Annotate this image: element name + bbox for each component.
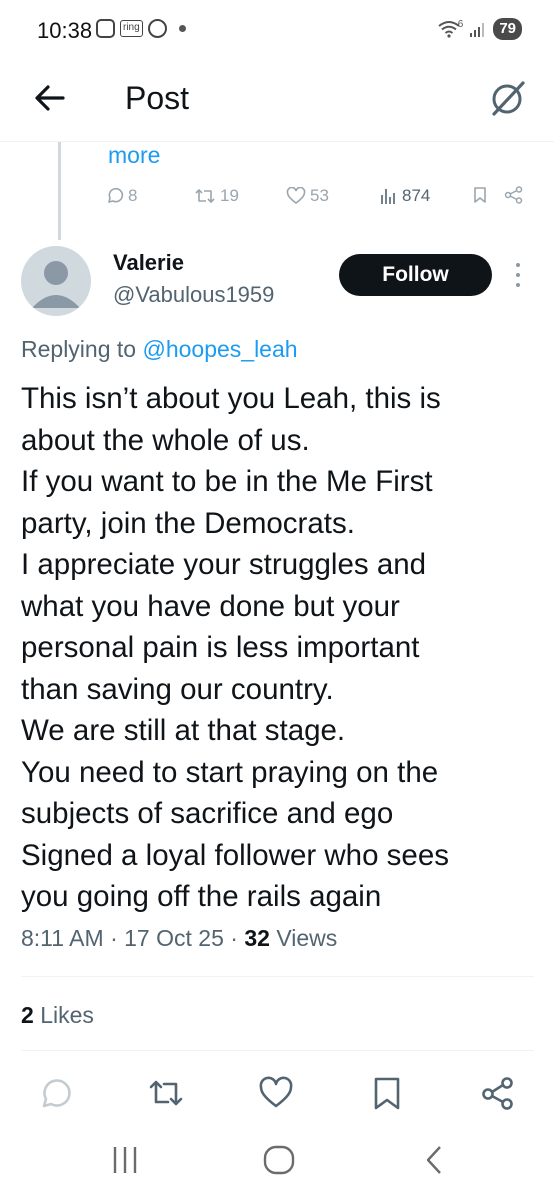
meta-separator: · bbox=[230, 925, 238, 951]
notification-icons: ring bbox=[96, 19, 186, 38]
tweet-text-line: We are still at that stage. bbox=[21, 714, 346, 747]
tweet-text-line: what you have done but your bbox=[21, 589, 400, 623]
repost-count: 19 bbox=[220, 186, 239, 205]
thread-connector-line bbox=[58, 142, 61, 240]
divider bbox=[21, 1050, 534, 1051]
repost-icon bbox=[149, 1080, 183, 1106]
tweet-text-line: I appreciate your struggles and bbox=[21, 548, 427, 581]
reply-action[interactable]: 8 bbox=[106, 186, 137, 206]
likes-summary[interactable]: 2 Likes bbox=[21, 1002, 94, 1029]
system-icons: 6 79 bbox=[438, 18, 522, 40]
page-title: Post bbox=[125, 80, 190, 116]
grok-button[interactable] bbox=[486, 76, 530, 120]
avatar[interactable] bbox=[21, 246, 91, 316]
likes-label: Likes bbox=[40, 1002, 94, 1028]
views-action[interactable]: 874 bbox=[380, 186, 430, 206]
status-bar: 10:38 ring 6 79 bbox=[0, 0, 554, 62]
grok-icon bbox=[492, 81, 525, 116]
system-navigation-bar bbox=[0, 1130, 554, 1200]
more-dot-icon bbox=[516, 273, 520, 277]
back-button[interactable] bbox=[30, 78, 70, 118]
bookmark-icon bbox=[474, 187, 486, 203]
share-action[interactable] bbox=[504, 186, 524, 204]
tweet-text-line: This isn’t about you Leah, this is bbox=[21, 382, 441, 415]
show-more-link[interactable]: more bbox=[108, 142, 160, 169]
share-button[interactable] bbox=[480, 1075, 516, 1111]
repost-button[interactable] bbox=[148, 1075, 184, 1111]
replying-to-link[interactable]: @hoopes_leah bbox=[142, 336, 297, 362]
status-time: 10:38 bbox=[37, 18, 93, 43]
back-nav-button[interactable] bbox=[420, 1144, 450, 1176]
views-count: 32 bbox=[244, 925, 270, 951]
follow-button[interactable]: Follow bbox=[339, 254, 492, 296]
reply-button[interactable] bbox=[38, 1075, 74, 1111]
tweet-meta: 8:11 AM · 17 Oct 25 · 32 Views bbox=[21, 925, 337, 952]
tweet-time: 8:11 AM bbox=[21, 925, 104, 951]
views-label: Views bbox=[276, 925, 338, 951]
tweet-text-line: party, join the Democrats. bbox=[21, 506, 355, 540]
tweet-text-line: subjects of sacrifice and ego bbox=[21, 797, 394, 830]
tweet-text-line: about the whole of us. bbox=[21, 423, 310, 457]
reply-count: 8 bbox=[128, 186, 138, 205]
heart-icon bbox=[286, 187, 306, 204]
reply-icon bbox=[108, 187, 124, 203]
bookmark-icon bbox=[374, 1077, 400, 1110]
author-name[interactable]: Valerie bbox=[113, 250, 184, 276]
share-icon bbox=[504, 186, 523, 204]
tweet-text-line: If you want to be in the Me First bbox=[21, 465, 433, 498]
more-notifications-icon bbox=[178, 25, 186, 32]
top-app-bar: Post bbox=[0, 62, 554, 142]
tweet-text-line: You need to start praying on the bbox=[21, 755, 439, 789]
repost-action[interactable]: 19 bbox=[194, 186, 239, 206]
like-action[interactable]: 53 bbox=[286, 186, 329, 206]
likes-count: 2 bbox=[21, 1002, 34, 1028]
tweet-text-line: Signed a loyal follower who sees bbox=[21, 838, 449, 872]
home-icon bbox=[263, 1145, 295, 1175]
like-count: 53 bbox=[310, 186, 329, 205]
ring-app-icon: ring bbox=[120, 20, 143, 37]
replying-prefix: Replying to bbox=[21, 336, 137, 362]
author-handle[interactable]: @Vabulous1959 bbox=[113, 282, 274, 308]
arrow-left-icon bbox=[35, 85, 65, 111]
tweet-date: 17 Oct 25 bbox=[124, 925, 224, 951]
tweet-text-line: personal pain is less important bbox=[21, 631, 420, 664]
recent-apps-icon bbox=[113, 1147, 137, 1173]
camera-app-icon bbox=[147, 19, 167, 38]
divider bbox=[21, 976, 534, 977]
tweet-action-bar bbox=[0, 1075, 554, 1119]
more-options-button[interactable] bbox=[510, 260, 526, 290]
recent-apps-button[interactable] bbox=[110, 1144, 140, 1176]
signal-icon bbox=[470, 23, 485, 37]
battery-indicator: 79 bbox=[493, 18, 522, 40]
bookmark-button[interactable] bbox=[369, 1075, 405, 1111]
default-avatar-icon bbox=[32, 261, 80, 308]
chevron-left-icon bbox=[426, 1146, 441, 1174]
like-button[interactable] bbox=[258, 1075, 294, 1111]
bookmark-action[interactable] bbox=[472, 186, 488, 204]
tweet-text-line: you going off the rails again bbox=[21, 880, 382, 913]
meta-separator: · bbox=[110, 925, 118, 951]
network-type: 6 bbox=[457, 18, 464, 30]
screenshot-icon bbox=[96, 19, 115, 38]
reply-icon bbox=[42, 1079, 71, 1108]
share-icon bbox=[482, 1077, 513, 1110]
view-count: 874 bbox=[402, 186, 431, 205]
home-button[interactable] bbox=[262, 1144, 296, 1176]
more-dot-icon bbox=[516, 263, 520, 267]
analytics-icon bbox=[381, 189, 395, 204]
tweet-text: This isn’t about you Leah, this is about… bbox=[21, 378, 536, 918]
previous-post-actions: 8 19 53 874 bbox=[106, 186, 526, 212]
replying-to: Replying to @hoopes_leah bbox=[21, 336, 298, 363]
tweet-text-line: than saving our country. bbox=[21, 672, 334, 706]
wifi-icon bbox=[438, 21, 460, 38]
more-dot-icon bbox=[516, 283, 520, 287]
heart-icon bbox=[259, 1076, 293, 1108]
repost-icon bbox=[195, 189, 215, 203]
